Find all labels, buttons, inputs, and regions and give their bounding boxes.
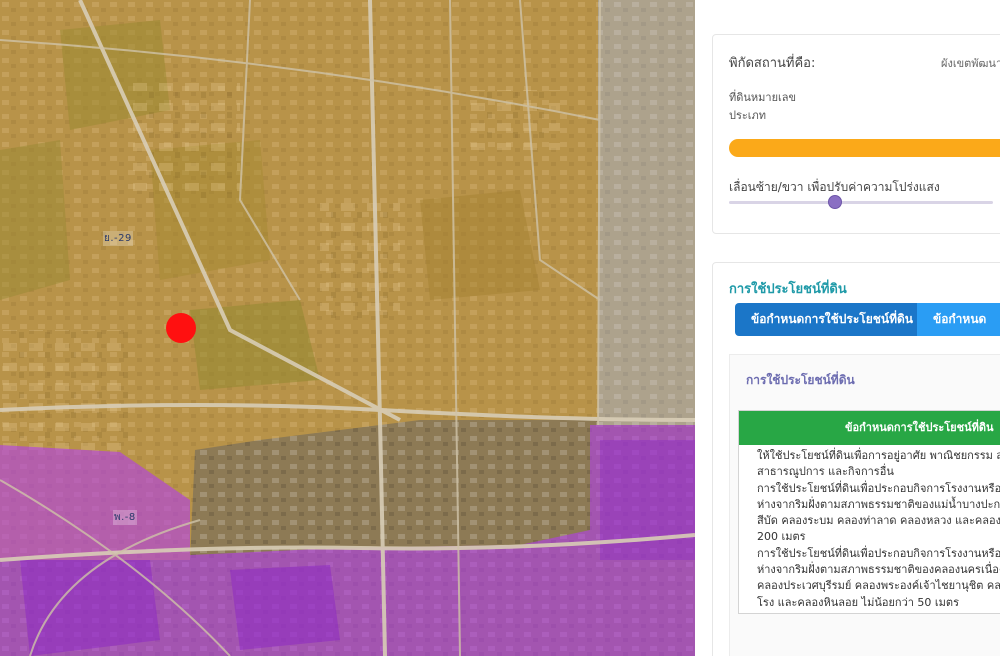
regulation-line: โรง และคลองหินลอย ไม่น้อยกว่า 50 เมตร: [757, 595, 959, 609]
opacity-slider[interactable]: [729, 195, 993, 209]
regulation-table-body: ให้ใช้ประโยชน์ที่ดินเพื่อการอยู่อาศัย พา…: [739, 445, 1000, 611]
parcel-type-label: ประเภท: [729, 109, 767, 122]
zone-color-bar: [729, 139, 1000, 157]
location-marker[interactable]: [166, 313, 196, 343]
tab-regulation-more[interactable]: ข้อกำหนด: [917, 303, 1000, 336]
regulation-line: สาธารณูปการ และกิจการอื่น: [757, 465, 894, 479]
regulation-line: การใช้ประโยชน์ที่ดินเพื่อประกอบกิจการโรง…: [757, 481, 1000, 495]
regulation-table-header: ข้อกำหนดการใช้ประโยชน์ที่ดิน: [739, 411, 1000, 445]
map-imagery: [0, 0, 695, 656]
parcel-number-label: ที่ดินหมายเลข: [729, 91, 797, 104]
opacity-slider-thumb[interactable]: [827, 195, 842, 209]
landuse-card: การใช้ประโยชน์ที่ดิน ข้อกำหนดการใช้ประโย…: [712, 262, 1000, 656]
zone-label-residential: ย.-29: [103, 231, 133, 246]
landuse-detail-box: การใช้ประโยชน์ที่ดิน ข้อกำหนดการใช้ประโย…: [729, 354, 1000, 656]
info-panel: พิกัดสถานที่คือ: ผังเขตพัฒนาฯ ที่ดินหมาย…: [695, 0, 1000, 656]
regulation-line: ห่างจากริมฝั่งตามสภาพธรรมชาติของแม่น้ำบา…: [757, 497, 1000, 511]
coordinate-label: พิกัดสถานที่คือ:: [729, 56, 816, 71]
plan-source-label: ผังเขตพัฒนาฯ: [941, 57, 1000, 70]
landuse-title: การใช้ประโยชน์ที่ดิน: [729, 282, 847, 297]
regulation-line: ให้ใช้ประโยชน์ที่ดินเพื่อการอยู่อาศัย พา…: [757, 449, 1000, 462]
zone-label-industrial: พ.-8: [113, 510, 137, 525]
regulation-line: 200 เมตร: [757, 530, 806, 544]
location-card: พิกัดสถานที่คือ: ผังเขตพัฒนาฯ ที่ดินหมาย…: [712, 34, 1000, 234]
regulation-line: คลองประเวศบุรีรมย์ คลองพระองค์เจ้าไชยานุ…: [757, 579, 1000, 593]
regulation-line: สีบัด คลองระบม คลองท่าลาด คลองหลวง และคล…: [757, 514, 1000, 528]
landuse-detail-title: การใช้ประโยชน์ที่ดิน: [746, 373, 855, 387]
map-view[interactable]: ย.-29 พ.-8: [0, 0, 695, 656]
regulation-line: ห่างจากริมฝั่งตามสภาพธรรมชาติของคลองนครเ…: [757, 563, 1000, 577]
regulation-line: การใช้ประโยชน์ที่ดินเพื่อประกอบกิจการโรง…: [757, 546, 1000, 560]
regulation-table: ข้อกำหนดการใช้ประโยชน์ที่ดิน ให้ใช้ประโย…: [738, 410, 1000, 614]
tab-landuse-regulation[interactable]: ข้อกำหนดการใช้ประโยชน์ที่ดิน: [735, 303, 917, 336]
